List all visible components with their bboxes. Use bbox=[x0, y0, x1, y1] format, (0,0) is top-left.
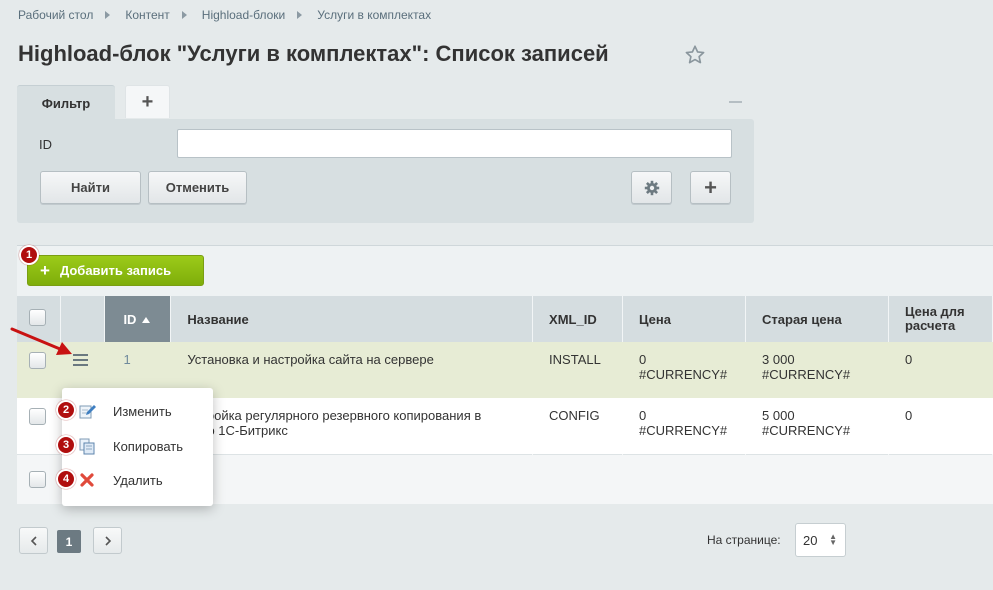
row-id[interactable]: 1 bbox=[123, 352, 130, 367]
plus-icon: + bbox=[704, 174, 717, 200]
annotation-arrow-icon bbox=[10, 327, 72, 355]
edit-icon bbox=[79, 405, 96, 419]
breadcrumb-item-highload[interactable]: Highload-блоки bbox=[202, 8, 285, 22]
select-all-checkbox[interactable] bbox=[29, 309, 46, 326]
collapse-icon[interactable] bbox=[729, 101, 742, 103]
star-icon[interactable] bbox=[684, 44, 706, 66]
row-calc-price: 0 bbox=[888, 342, 993, 398]
add-filter-field-button[interactable]: + bbox=[690, 171, 731, 204]
row-xml-id: CONFIG bbox=[532, 398, 623, 454]
row-old-price-currency: #CURRENCY# bbox=[762, 423, 851, 438]
breadcrumb-item-content[interactable]: Контент bbox=[125, 8, 169, 22]
sort-ascending-icon bbox=[142, 317, 151, 324]
step-badge: 3 bbox=[56, 435, 76, 455]
row-old-price-value: 3 000 bbox=[762, 352, 795, 367]
settings-button[interactable] bbox=[631, 171, 672, 204]
cancel-button[interactable]: Отменить bbox=[148, 171, 247, 204]
row-xml-id: INSTALL bbox=[532, 342, 623, 398]
column-header-old-price[interactable]: Старая цена bbox=[745, 296, 889, 342]
menu-item-edit[interactable]: 2 Изменить bbox=[56, 395, 213, 427]
row-calc-price: 0 bbox=[888, 398, 993, 454]
row-price-currency: #CURRENCY# bbox=[639, 423, 728, 438]
column-header-id[interactable]: ID bbox=[104, 296, 172, 342]
breadcrumb-separator-icon bbox=[297, 11, 303, 19]
per-page-label: На странице: bbox=[707, 533, 781, 547]
row-context-menu: 2 Изменить 3 Копировать 4 Удалить bbox=[56, 388, 213, 506]
add-record-button[interactable]: + Добавить запись bbox=[27, 255, 204, 286]
filter-panel: ID Найти Отменить + bbox=[17, 119, 754, 223]
delete-icon bbox=[80, 473, 94, 487]
row-price-value: 0 bbox=[639, 352, 647, 367]
gear-icon bbox=[644, 180, 659, 195]
row-name: Установка и настройка сайта на сервере bbox=[170, 342, 533, 398]
copy-icon bbox=[79, 438, 95, 455]
pagination-prev-button[interactable] bbox=[19, 527, 48, 554]
step-badge: 4 bbox=[56, 469, 76, 489]
breadcrumb-separator-icon bbox=[181, 11, 187, 19]
footer-checkbox[interactable] bbox=[29, 470, 46, 488]
breadcrumb-item-desktop[interactable]: Рабочий стол bbox=[18, 8, 93, 22]
tab-filter[interactable]: Фильтр bbox=[17, 85, 115, 120]
page-title: Highload-блок "Услуги в комплектах": Спи… bbox=[18, 41, 609, 66]
column-header-calc-price[interactable]: Цена для расчета bbox=[888, 296, 993, 342]
menu-item-copy[interactable]: 3 Копировать bbox=[56, 430, 213, 462]
step-badge: 1 bbox=[19, 245, 39, 265]
table-header-row: ID Название XML_ID Цена Старая цена Цена… bbox=[17, 296, 993, 342]
step-badge: 2 bbox=[56, 400, 76, 420]
menu-item-label: Копировать bbox=[113, 438, 183, 454]
row-old-price-currency: #CURRENCY# bbox=[762, 367, 851, 382]
spinner-icon: ▲ ▼ bbox=[829, 532, 837, 547]
row-old-price-value: 5 000 bbox=[762, 408, 795, 423]
add-record-label: Добавить запись bbox=[59, 263, 172, 278]
row-price-value: 0 bbox=[639, 408, 647, 423]
id-filter-input[interactable] bbox=[177, 129, 732, 158]
id-filter-label: ID bbox=[39, 137, 52, 152]
row-name-line-1: стройка регулярного резервного копирован… bbox=[194, 408, 482, 423]
chevron-left-icon bbox=[30, 535, 37, 546]
per-page-value: 20 bbox=[803, 532, 818, 548]
chevron-right-icon bbox=[104, 535, 111, 546]
row-checkbox[interactable] bbox=[29, 408, 46, 425]
per-page-select[interactable]: 20 ▲ ▼ bbox=[795, 523, 846, 557]
column-header-name[interactable]: Название bbox=[170, 296, 534, 342]
menu-item-delete[interactable]: 4 Удалить bbox=[56, 464, 213, 496]
breadcrumb-item-services[interactable]: Услуги в комплектах bbox=[317, 8, 431, 22]
pagination-next-button[interactable] bbox=[93, 527, 122, 554]
row-name-line-2: ако 1С-Битрикс bbox=[194, 423, 288, 438]
find-button[interactable]: Найти bbox=[40, 171, 141, 204]
row-price-currency: #CURRENCY# bbox=[639, 367, 728, 382]
plus-icon: + bbox=[141, 90, 154, 113]
breadcrumb-separator-icon bbox=[105, 11, 111, 19]
column-header-xml-id[interactable]: XML_ID bbox=[532, 296, 624, 342]
breadcrumb: Рабочий стол Контент Highload-блоки Услу… bbox=[18, 8, 431, 22]
column-header-price[interactable]: Цена bbox=[622, 296, 747, 342]
menu-item-label: Изменить bbox=[113, 403, 172, 419]
pagination-current-page[interactable]: 1 bbox=[57, 530, 81, 553]
tab-add-filter[interactable]: + bbox=[125, 85, 170, 118]
plus-icon: + bbox=[40, 260, 50, 280]
menu-item-label: Удалить bbox=[113, 472, 163, 488]
